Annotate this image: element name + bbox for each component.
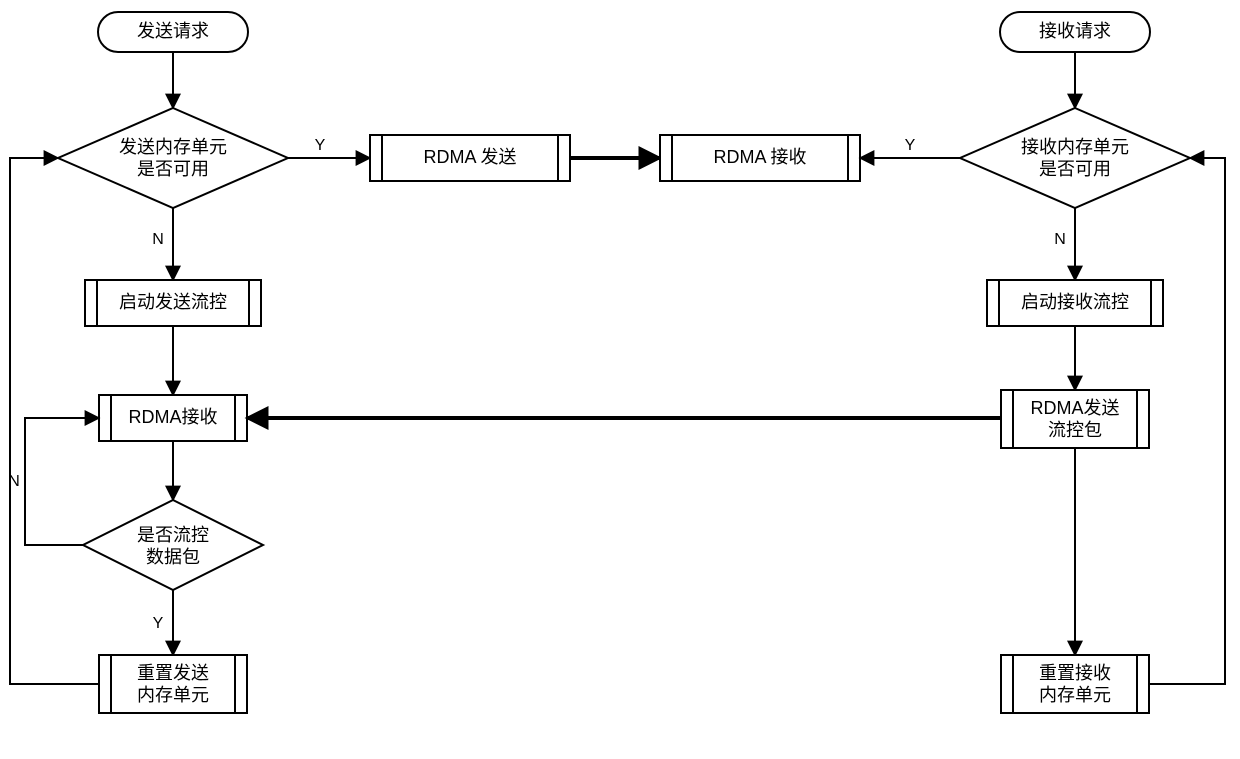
start-recv-flow-label: 启动接收流控 bbox=[1021, 292, 1129, 312]
reset-recv-line2: 内存单元 bbox=[1039, 685, 1111, 705]
is-flow-pkt-line2: 数据包 bbox=[146, 547, 200, 567]
node-reset-send-mem: 重置发送 内存单元 bbox=[99, 655, 247, 713]
reset-send-line1: 重置发送 bbox=[137, 663, 209, 683]
label-n-send: N bbox=[152, 231, 164, 248]
send-request-label: 发送请求 bbox=[137, 21, 209, 41]
start-send-flow-label: 启动发送流控 bbox=[119, 292, 227, 312]
node-recv-request: 接收请求 bbox=[1000, 12, 1150, 52]
node-rdma-send-flow: RDMA发送 流控包 bbox=[1001, 390, 1149, 448]
node-reset-recv-mem: 重置接收 内存单元 bbox=[1001, 655, 1149, 713]
recv-request-label: 接收请求 bbox=[1039, 21, 1111, 41]
send-mem-avail-line1: 发送内存单元 bbox=[119, 137, 227, 157]
is-flow-pkt-line1: 是否流控 bbox=[137, 525, 209, 545]
rdma-recv-label: RDMA 接收 bbox=[713, 147, 806, 167]
edge-reset-recv-loop bbox=[1149, 158, 1225, 684]
node-start-recv-flow: 启动接收流控 bbox=[987, 280, 1163, 326]
node-start-send-flow: 启动发送流控 bbox=[85, 280, 261, 326]
rdma-send-label: RDMA 发送 bbox=[423, 147, 516, 167]
send-mem-avail-line2: 是否可用 bbox=[137, 159, 209, 179]
label-y-recv: Y bbox=[905, 137, 916, 154]
node-send-mem-avail: 发送内存单元 是否可用 bbox=[58, 108, 288, 208]
node-is-flow-pkt: 是否流控 数据包 bbox=[83, 500, 263, 590]
reset-send-line2: 内存单元 bbox=[137, 685, 209, 705]
label-y-flow: Y bbox=[153, 615, 164, 632]
flowchart-canvas: 发送请求 发送内存单元 是否可用 Y RDMA 发送 RDMA 接收 N 启动发… bbox=[0, 0, 1240, 759]
rdma-recv2-label: RDMA接收 bbox=[129, 407, 218, 427]
node-recv-mem-avail: 接收内存单元 是否可用 bbox=[960, 108, 1190, 208]
recv-mem-avail-line1: 接收内存单元 bbox=[1021, 137, 1129, 157]
node-rdma-send: RDMA 发送 bbox=[370, 135, 570, 181]
rdma-send-flow-line2: 流控包 bbox=[1048, 420, 1102, 440]
reset-recv-line1: 重置接收 bbox=[1039, 663, 1111, 683]
edge-loop-n bbox=[25, 418, 99, 545]
node-send-request: 发送请求 bbox=[98, 12, 248, 52]
node-rdma-recv: RDMA 接收 bbox=[660, 135, 860, 181]
edge-reset-send-loop bbox=[10, 158, 99, 684]
rdma-send-flow-line1: RDMA发送 bbox=[1031, 398, 1120, 418]
label-y-send: Y bbox=[315, 137, 326, 154]
label-n-recv: N bbox=[1054, 231, 1066, 248]
recv-mem-avail-line2: 是否可用 bbox=[1039, 159, 1111, 179]
node-rdma-recv2: RDMA接收 bbox=[99, 395, 247, 441]
